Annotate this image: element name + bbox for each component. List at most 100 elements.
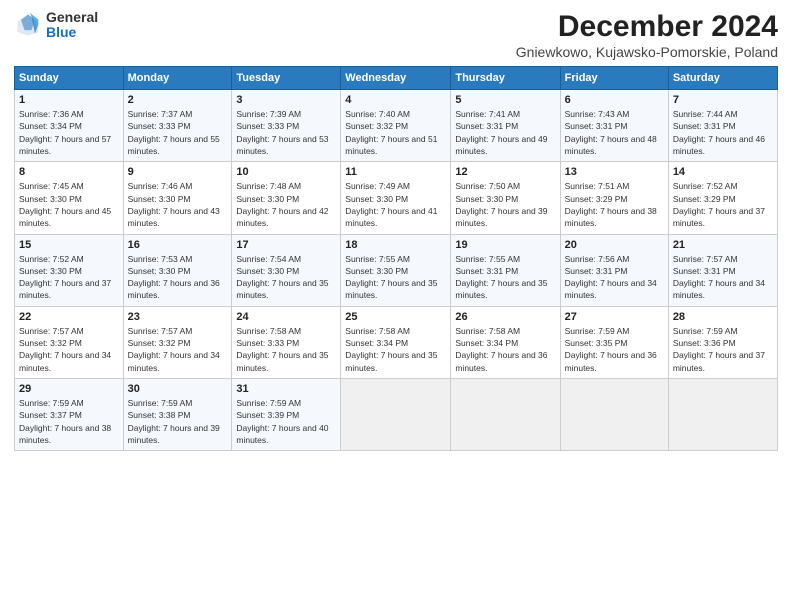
- col-thursday: Thursday: [451, 67, 560, 90]
- calendar-cell: 22 Sunrise: 7:57 AMSunset: 3:32 PMDaylig…: [15, 306, 124, 378]
- calendar-cell: 21 Sunrise: 7:57 AMSunset: 3:31 PMDaylig…: [668, 234, 777, 306]
- logo-icon: [14, 11, 42, 39]
- calendar-table: Sunday Monday Tuesday Wednesday Thursday…: [14, 66, 778, 451]
- day-info: Sunrise: 7:53 AMSunset: 3:30 PMDaylight:…: [128, 253, 228, 302]
- day-number: 31: [236, 383, 336, 395]
- calendar-cell: [341, 379, 451, 451]
- logo-text: General Blue: [46, 10, 98, 41]
- day-info: Sunrise: 7:37 AMSunset: 3:33 PMDaylight:…: [128, 108, 228, 157]
- calendar-cell: 1 Sunrise: 7:36 AMSunset: 3:34 PMDayligh…: [15, 90, 124, 162]
- day-info: Sunrise: 7:41 AMSunset: 3:31 PMDaylight:…: [455, 108, 555, 157]
- calendar-cell: [451, 379, 560, 451]
- calendar-cell: 12 Sunrise: 7:50 AMSunset: 3:30 PMDaylig…: [451, 162, 560, 234]
- calendar-cell: 15 Sunrise: 7:52 AMSunset: 3:30 PMDaylig…: [15, 234, 124, 306]
- calendar-cell: 13 Sunrise: 7:51 AMSunset: 3:29 PMDaylig…: [560, 162, 668, 234]
- calendar-week-3: 15 Sunrise: 7:52 AMSunset: 3:30 PMDaylig…: [15, 234, 778, 306]
- day-number: 7: [673, 94, 773, 106]
- day-info: Sunrise: 7:57 AMSunset: 3:32 PMDaylight:…: [128, 325, 228, 374]
- col-tuesday: Tuesday: [232, 67, 341, 90]
- day-info: Sunrise: 7:59 AMSunset: 3:35 PMDaylight:…: [565, 325, 664, 374]
- calendar-cell: 3 Sunrise: 7:39 AMSunset: 3:33 PMDayligh…: [232, 90, 341, 162]
- calendar-cell: 30 Sunrise: 7:59 AMSunset: 3:38 PMDaylig…: [123, 379, 232, 451]
- col-sunday: Sunday: [15, 67, 124, 90]
- calendar-cell: 9 Sunrise: 7:46 AMSunset: 3:30 PMDayligh…: [123, 162, 232, 234]
- day-info: Sunrise: 7:59 AMSunset: 3:39 PMDaylight:…: [236, 397, 336, 446]
- day-number: 1: [19, 94, 119, 106]
- day-number: 20: [565, 239, 664, 251]
- calendar-cell: 16 Sunrise: 7:53 AMSunset: 3:30 PMDaylig…: [123, 234, 232, 306]
- calendar-header: Sunday Monday Tuesday Wednesday Thursday…: [15, 67, 778, 90]
- day-number: 10: [236, 166, 336, 178]
- logo: General Blue: [14, 10, 98, 41]
- title-block: December 2024 Gniewkowo, Kujawsko-Pomors…: [516, 10, 778, 60]
- day-number: 12: [455, 166, 555, 178]
- calendar-cell: 10 Sunrise: 7:48 AMSunset: 3:30 PMDaylig…: [232, 162, 341, 234]
- calendar-week-2: 8 Sunrise: 7:45 AMSunset: 3:30 PMDayligh…: [15, 162, 778, 234]
- day-number: 23: [128, 311, 228, 323]
- day-number: 17: [236, 239, 336, 251]
- calendar-cell: 27 Sunrise: 7:59 AMSunset: 3:35 PMDaylig…: [560, 306, 668, 378]
- day-info: Sunrise: 7:54 AMSunset: 3:30 PMDaylight:…: [236, 253, 336, 302]
- day-number: 16: [128, 239, 228, 251]
- day-info: Sunrise: 7:36 AMSunset: 3:34 PMDaylight:…: [19, 108, 119, 157]
- day-number: 26: [455, 311, 555, 323]
- calendar-cell: [668, 379, 777, 451]
- day-info: Sunrise: 7:57 AMSunset: 3:32 PMDaylight:…: [19, 325, 119, 374]
- calendar-cell: 25 Sunrise: 7:58 AMSunset: 3:34 PMDaylig…: [341, 306, 451, 378]
- calendar-cell: 11 Sunrise: 7:49 AMSunset: 3:30 PMDaylig…: [341, 162, 451, 234]
- day-number: 21: [673, 239, 773, 251]
- day-number: 24: [236, 311, 336, 323]
- day-number: 11: [345, 166, 446, 178]
- day-number: 3: [236, 94, 336, 106]
- calendar-body: 1 Sunrise: 7:36 AMSunset: 3:34 PMDayligh…: [15, 90, 778, 451]
- calendar-cell: 8 Sunrise: 7:45 AMSunset: 3:30 PMDayligh…: [15, 162, 124, 234]
- logo-general-text: General: [46, 10, 98, 25]
- day-info: Sunrise: 7:59 AMSunset: 3:37 PMDaylight:…: [19, 397, 119, 446]
- day-info: Sunrise: 7:58 AMSunset: 3:33 PMDaylight:…: [236, 325, 336, 374]
- calendar-cell: 5 Sunrise: 7:41 AMSunset: 3:31 PMDayligh…: [451, 90, 560, 162]
- day-info: Sunrise: 7:40 AMSunset: 3:32 PMDaylight:…: [345, 108, 446, 157]
- day-number: 14: [673, 166, 773, 178]
- day-number: 2: [128, 94, 228, 106]
- day-info: Sunrise: 7:52 AMSunset: 3:29 PMDaylight:…: [673, 180, 773, 229]
- day-info: Sunrise: 7:52 AMSunset: 3:30 PMDaylight:…: [19, 253, 119, 302]
- calendar-cell: 23 Sunrise: 7:57 AMSunset: 3:32 PMDaylig…: [123, 306, 232, 378]
- day-number: 6: [565, 94, 664, 106]
- day-info: Sunrise: 7:49 AMSunset: 3:30 PMDaylight:…: [345, 180, 446, 229]
- day-number: 18: [345, 239, 446, 251]
- day-number: 27: [565, 311, 664, 323]
- calendar-week-4: 22 Sunrise: 7:57 AMSunset: 3:32 PMDaylig…: [15, 306, 778, 378]
- day-number: 15: [19, 239, 119, 251]
- day-info: Sunrise: 7:46 AMSunset: 3:30 PMDaylight:…: [128, 180, 228, 229]
- day-number: 8: [19, 166, 119, 178]
- col-friday: Friday: [560, 67, 668, 90]
- day-number: 25: [345, 311, 446, 323]
- calendar-cell: 14 Sunrise: 7:52 AMSunset: 3:29 PMDaylig…: [668, 162, 777, 234]
- col-monday: Monday: [123, 67, 232, 90]
- title-location: Gniewkowo, Kujawsko-Pomorskie, Poland: [516, 44, 778, 60]
- day-info: Sunrise: 7:55 AMSunset: 3:30 PMDaylight:…: [345, 253, 446, 302]
- day-number: 28: [673, 311, 773, 323]
- header: General Blue December 2024 Gniewkowo, Ku…: [14, 10, 778, 60]
- calendar-cell: 6 Sunrise: 7:43 AMSunset: 3:31 PMDayligh…: [560, 90, 668, 162]
- page: General Blue December 2024 Gniewkowo, Ku…: [0, 0, 792, 612]
- day-info: Sunrise: 7:56 AMSunset: 3:31 PMDaylight:…: [565, 253, 664, 302]
- calendar-cell: 28 Sunrise: 7:59 AMSunset: 3:36 PMDaylig…: [668, 306, 777, 378]
- day-number: 29: [19, 383, 119, 395]
- calendar-week-5: 29 Sunrise: 7:59 AMSunset: 3:37 PMDaylig…: [15, 379, 778, 451]
- calendar-cell: 29 Sunrise: 7:59 AMSunset: 3:37 PMDaylig…: [15, 379, 124, 451]
- day-info: Sunrise: 7:58 AMSunset: 3:34 PMDaylight:…: [345, 325, 446, 374]
- calendar-cell: 20 Sunrise: 7:56 AMSunset: 3:31 PMDaylig…: [560, 234, 668, 306]
- calendar-cell: 4 Sunrise: 7:40 AMSunset: 3:32 PMDayligh…: [341, 90, 451, 162]
- calendar-cell: 18 Sunrise: 7:55 AMSunset: 3:30 PMDaylig…: [341, 234, 451, 306]
- calendar-cell: 7 Sunrise: 7:44 AMSunset: 3:31 PMDayligh…: [668, 90, 777, 162]
- logo-blue-text: Blue: [46, 25, 98, 40]
- day-number: 4: [345, 94, 446, 106]
- day-info: Sunrise: 7:48 AMSunset: 3:30 PMDaylight:…: [236, 180, 336, 229]
- calendar-week-1: 1 Sunrise: 7:36 AMSunset: 3:34 PMDayligh…: [15, 90, 778, 162]
- col-saturday: Saturday: [668, 67, 777, 90]
- calendar-cell: 24 Sunrise: 7:58 AMSunset: 3:33 PMDaylig…: [232, 306, 341, 378]
- calendar-cell: 19 Sunrise: 7:55 AMSunset: 3:31 PMDaylig…: [451, 234, 560, 306]
- calendar-cell: 17 Sunrise: 7:54 AMSunset: 3:30 PMDaylig…: [232, 234, 341, 306]
- day-info: Sunrise: 7:45 AMSunset: 3:30 PMDaylight:…: [19, 180, 119, 229]
